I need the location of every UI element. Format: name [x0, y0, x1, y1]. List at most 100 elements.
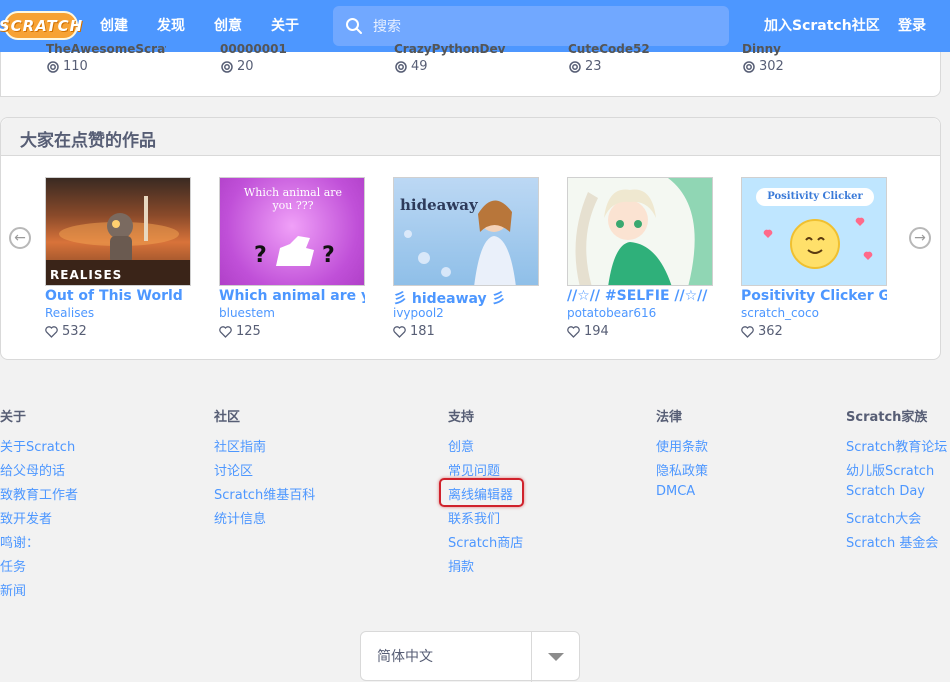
language-select-value: 简体中文 [377, 649, 433, 665]
footer-link[interactable]: DMCA [656, 484, 695, 499]
signin-button[interactable]: 登录 [898, 0, 926, 52]
liked-projects-section: 大家在点赞的作品 ← → REALISES Out of This World … [0, 117, 941, 360]
carousel-next-button[interactable]: → [909, 227, 931, 249]
project-author[interactable]: ivypool2 [393, 306, 539, 322]
footer-link[interactable]: 社区指南 [214, 436, 266, 455]
search-icon [346, 18, 362, 34]
like-count-value: 532 [62, 324, 87, 339]
project-card[interactable]: Positivity Clicker Positivity Clicker Ga… [741, 177, 887, 339]
project-title[interactable]: Out of This World [45, 288, 191, 306]
footer-link[interactable]: Scratch维基百科 [214, 484, 315, 503]
project-title[interactable]: Dinny [742, 42, 862, 56]
project-card[interactable]: REALISES Out of This World Realises 532 [45, 177, 191, 339]
footer-link[interactable]: 给父母的话 [0, 460, 65, 479]
project-title[interactable]: Which animal are you [219, 288, 365, 306]
project-title[interactable]: TheAwesomeScratch [46, 42, 166, 56]
footer-link[interactable]: 使用条款 [656, 436, 708, 455]
project-author[interactable]: Realises [45, 306, 191, 322]
footer-link[interactable]: Scratch大会 [846, 508, 921, 527]
like-count: 194 [567, 324, 713, 339]
arrow-right-icon: → [914, 230, 926, 246]
remix-count-value: 110 [63, 59, 88, 74]
project-card[interactable]: hideaway 彡 hideaway 彡 ivypool2 181 [393, 177, 539, 339]
project-thumbnail[interactable]: hideaway [393, 177, 539, 286]
remix-count-value: 49 [411, 59, 428, 74]
like-count: 362 [741, 324, 887, 339]
footer-heading-family: Scratch家族 [846, 410, 928, 425]
project-author[interactable]: potatobear616 [567, 306, 713, 322]
remix-count: 20 [221, 59, 254, 74]
remix-count: 23 [569, 59, 602, 74]
remix-icon [395, 60, 407, 73]
remix-icon [743, 60, 755, 73]
heart-icon [393, 325, 406, 338]
project-author[interactable]: scratch_coco [741, 306, 887, 322]
footer-link[interactable]: Scratch商店 [448, 532, 523, 551]
thumbnail-caption: hideaway [400, 196, 478, 214]
project-title[interactable]: Positivity Clicker Game [741, 288, 887, 306]
heart-icon [45, 325, 58, 338]
search-box[interactable] [333, 6, 729, 46]
remix-count-value: 20 [237, 59, 254, 74]
footer-link[interactable]: 致教育工作者 [0, 484, 78, 503]
project-title[interactable]: //☆// #SELFIE //☆// [567, 288, 713, 306]
svg-text:?: ? [254, 243, 267, 268]
project-card[interactable]: Which animal are you ??? ? ? Which anima… [219, 177, 365, 339]
remix-count-value: 302 [759, 59, 784, 74]
section-title: 大家在点赞的作品 [20, 131, 156, 151]
like-count-value: 194 [584, 324, 609, 339]
footer-heading-legal: 法律 [656, 410, 683, 425]
footer-link[interactable]: 捐款 [448, 556, 474, 575]
project-thumbnail[interactable]: Which animal are you ??? ? ? [219, 177, 365, 286]
heart-icon [741, 325, 754, 338]
footer-link[interactable]: 新闻 [0, 580, 26, 599]
arrow-left-icon: ← [14, 230, 26, 246]
remix-icon [569, 60, 581, 73]
like-count-value: 181 [410, 324, 435, 339]
heart-icon [219, 325, 232, 338]
search-input[interactable] [373, 6, 713, 46]
carousel-prev-button[interactable]: ← [9, 227, 31, 249]
language-select[interactable]: 简体中文 [360, 631, 580, 682]
previous-project-row: TheAwesomeScratch 00000001 CrazyPythonDe… [0, 42, 941, 97]
footer-link[interactable]: 致开发者 [0, 508, 52, 527]
highlight-annotation [439, 478, 524, 507]
footer-link[interactable]: Scratch Day [846, 484, 925, 499]
footer-link[interactable]: 任务 [0, 556, 26, 575]
chevron-down-icon[interactable] [548, 653, 564, 661]
project-title[interactable]: CrazyPythonDev [394, 42, 514, 56]
remix-count: 110 [47, 59, 88, 74]
project-title[interactable]: 00000001 [220, 42, 340, 56]
project-title[interactable]: CuteCode52 [568, 42, 688, 56]
heart-icon [567, 325, 580, 338]
footer-link[interactable]: 鸣谢： [0, 532, 39, 551]
project-thumbnail[interactable]: Positivity Clicker [741, 177, 887, 286]
thumbnail-caption: REALISES [50, 268, 123, 282]
footer-link[interactable]: 统计信息 [214, 508, 266, 527]
project-thumbnail[interactable]: REALISES [45, 177, 191, 286]
scratch-logo[interactable]: SCRATCH [0, 11, 82, 40]
section-header: 大家在点赞的作品 [1, 118, 940, 156]
like-count: 532 [45, 324, 191, 339]
footer-heading-about: 关于 [0, 410, 27, 425]
remix-count: 49 [395, 59, 428, 74]
footer-link[interactable]: 关于Scratch [0, 436, 75, 455]
footer-link[interactable]: Scratch 基金会 [846, 532, 938, 551]
project-thumbnail[interactable] [567, 177, 713, 286]
like-count-value: 362 [758, 324, 783, 339]
remix-count: 302 [743, 59, 784, 74]
footer-link[interactable]: 常见问题 [448, 460, 500, 479]
remix-count-value: 23 [585, 59, 602, 74]
footer-link[interactable]: 创意 [448, 436, 474, 455]
like-count: 181 [393, 324, 539, 339]
footer-heading-support: 支持 [448, 410, 475, 425]
footer-link[interactable]: 联系我们 [448, 508, 500, 527]
footer-link[interactable]: 幼儿版Scratch [846, 460, 934, 479]
footer-link[interactable]: 讨论区 [214, 460, 253, 479]
project-author[interactable]: bluestem [219, 306, 365, 322]
like-count-value: 125 [236, 324, 261, 339]
project-card[interactable]: //☆// #SELFIE //☆// potatobear616 194 [567, 177, 713, 339]
project-title[interactable]: 彡 hideaway 彡 [393, 288, 539, 306]
footer-link[interactable]: Scratch教育论坛 [846, 436, 947, 455]
footer-link[interactable]: 隐私政策 [656, 460, 708, 479]
